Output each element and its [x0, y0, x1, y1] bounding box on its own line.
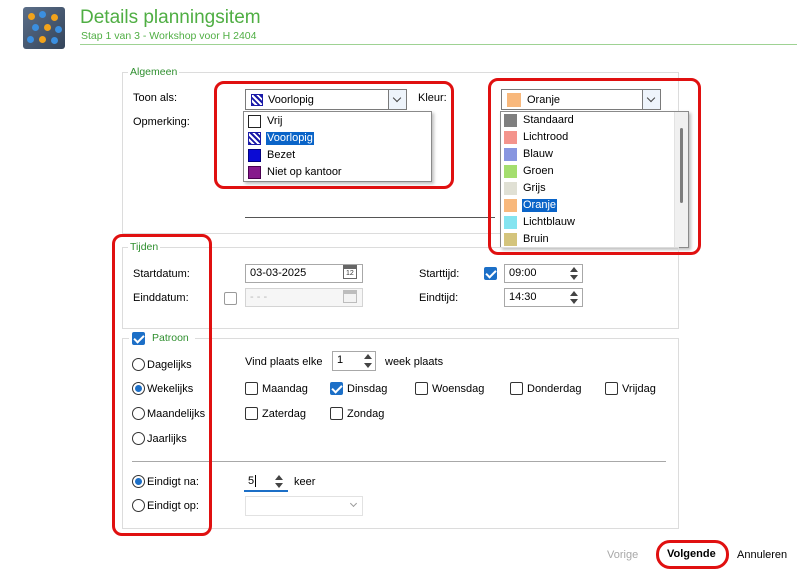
- annuleren-button[interactable]: Annuleren: [737, 549, 787, 561]
- patroon-divider: [132, 461, 666, 462]
- highlight-toon-als: [214, 81, 454, 189]
- spin-up-icon[interactable]: [570, 267, 578, 272]
- zondag-label: Zondag: [347, 408, 385, 420]
- maandag-checkbox[interactable]: [245, 382, 258, 395]
- zaterdag-checkbox[interactable]: [245, 407, 258, 420]
- vorige-button[interactable]: Vorige: [607, 549, 638, 561]
- toon-als-label: Toon als:: [133, 92, 178, 104]
- woensdag-label: Woensdag: [432, 383, 485, 395]
- opmerking-label: Opmerking:: [133, 116, 190, 128]
- eindtijd-spinner[interactable]: [567, 289, 581, 306]
- calendar-icon[interactable]: 12: [343, 265, 357, 279]
- spin-down-icon[interactable]: [275, 483, 283, 488]
- calendar-icon[interactable]: [343, 290, 357, 303]
- maandag-label: Maandag: [262, 383, 308, 395]
- keer-label: keer: [294, 476, 316, 488]
- spin-down-icon[interactable]: [364, 363, 372, 368]
- algemeen-legend: Algemeen: [128, 66, 180, 78]
- highlight-volgende: [656, 540, 729, 569]
- vind-plaats-label: Vind plaats elke: [245, 356, 323, 368]
- dinsdag-label: Dinsdag: [347, 383, 388, 395]
- dinsdag-checkbox[interactable]: [330, 382, 343, 395]
- chevron-down-icon[interactable]: [349, 499, 358, 508]
- starttijd-spinner[interactable]: [567, 265, 581, 282]
- spin-up-icon[interactable]: [570, 291, 578, 296]
- week-plaats-label: week plaats: [385, 356, 444, 368]
- woensdag-checkbox[interactable]: [415, 382, 428, 395]
- highlight-kleur: [488, 78, 701, 255]
- text-caret: [255, 475, 256, 487]
- donderdag-label: Donderdag: [527, 383, 582, 395]
- starttijd-checkbox[interactable]: [484, 267, 497, 280]
- eindigt-op-date-field[interactable]: [245, 496, 363, 516]
- page-subtitle: Stap 1 van 3 - Workshop voor H 2404: [81, 30, 257, 42]
- starttijd-label: Starttijd:: [419, 268, 460, 280]
- zondag-checkbox[interactable]: [330, 407, 343, 420]
- spin-down-icon[interactable]: [570, 275, 578, 280]
- einddatum-checkbox[interactable]: [224, 292, 237, 305]
- eindtijd-label: Eindtijd:: [419, 292, 459, 304]
- highlight-tijden-patroon: [112, 234, 212, 536]
- vrijdag-checkbox[interactable]: [605, 382, 618, 395]
- spin-down-icon[interactable]: [570, 299, 578, 304]
- header-divider: [80, 44, 797, 45]
- spin-up-icon[interactable]: [364, 354, 372, 359]
- page-title: Details planningsitem: [80, 7, 261, 28]
- donderdag-checkbox[interactable]: [510, 382, 523, 395]
- spin-up-icon[interactable]: [275, 475, 283, 480]
- zaterdag-label: Zaterdag: [262, 408, 307, 420]
- interval-spinner[interactable]: [361, 352, 375, 370]
- occurrences-spinner[interactable]: [272, 473, 286, 490]
- app-logo-icon: [23, 7, 65, 49]
- vrijdag-label: Vrijdag: [622, 383, 656, 395]
